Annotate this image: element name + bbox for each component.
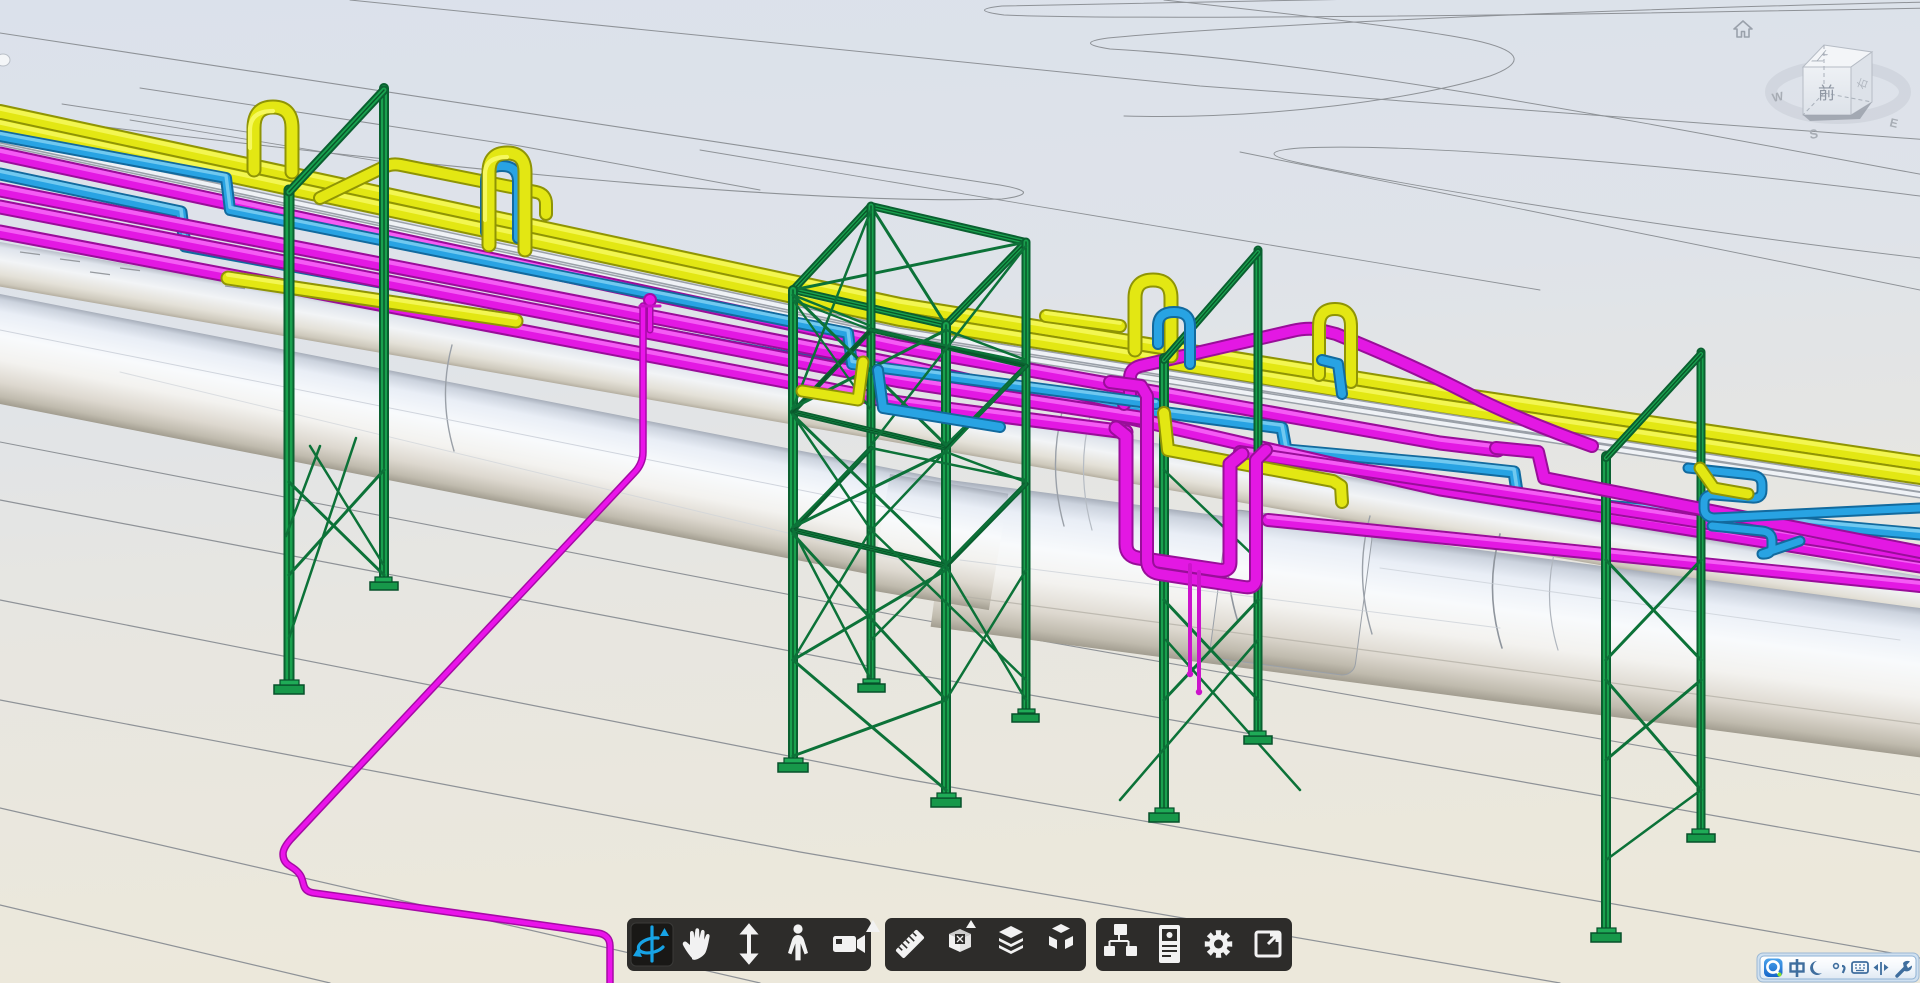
svg-text:前: 前 bbox=[1818, 84, 1835, 103]
